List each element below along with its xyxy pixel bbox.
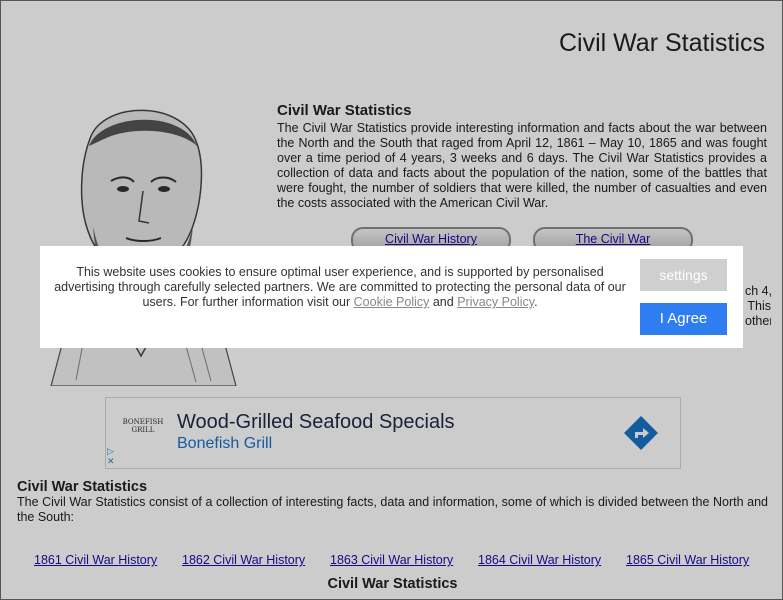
- intro-section: Civil War Statistics The Civil War Stati…: [277, 102, 767, 211]
- adchoices-icon[interactable]: ▷ ✕: [107, 446, 117, 466]
- cookie-message-text: This website uses cookies to ensure opti…: [54, 265, 626, 309]
- intro-heading: Civil War Statistics: [277, 102, 412, 119]
- cookie-period: .: [534, 295, 538, 309]
- year-link-1861[interactable]: 1861 Civil War History: [34, 553, 157, 567]
- section-heading: Civil War Statistics: [17, 479, 148, 495]
- footer-heading: Civil War Statistics: [327, 576, 458, 592]
- year-link-1864[interactable]: 1864 Civil War History: [478, 553, 601, 567]
- cookie-message: This website uses cookies to ensure opti…: [50, 265, 630, 310]
- obscured-text-line: This: [747, 299, 771, 313]
- settings-button[interactable]: settings: [640, 259, 727, 291]
- ad-brand[interactable]: Bonefish Grill: [177, 435, 272, 453]
- agree-button[interactable]: I Agree: [640, 303, 727, 335]
- year-link-1863[interactable]: 1863 Civil War History: [330, 553, 453, 567]
- ad-banner[interactable]: BONEFISH GRILL Wood-Grilled Seafood Spec…: [105, 397, 681, 469]
- ad-headline[interactable]: Wood-Grilled Seafood Specials: [177, 411, 455, 434]
- obscured-text-line: ch 4,: [745, 284, 771, 298]
- civil-war-history-link[interactable]: Civil War History: [385, 232, 477, 246]
- cookie-consent-dialog: This website uses cookies to ensure opti…: [40, 246, 743, 348]
- intro-paragraph: The Civil War Statistics provide interes…: [277, 121, 767, 210]
- cookie-and-text: and: [429, 295, 458, 309]
- privacy-policy-link[interactable]: Privacy Policy: [457, 295, 534, 309]
- directions-icon[interactable]: [624, 416, 658, 450]
- year-link-1862[interactable]: 1862 Civil War History: [182, 553, 305, 567]
- statistics-section: Civil War Statistics The Civil War Stati…: [17, 479, 768, 525]
- bonefish-grill-logo: BONEFISH GRILL: [122, 418, 164, 434]
- year-link-1865[interactable]: 1865 Civil War History: [626, 553, 749, 567]
- the-civil-war-link[interactable]: The Civil War: [576, 232, 651, 246]
- cookie-policy-link[interactable]: Cookie Policy: [354, 295, 430, 309]
- page-title: Civil War Statistics: [558, 29, 765, 57]
- obscured-text-line: other: [745, 314, 771, 328]
- section-paragraph: The Civil War Statistics consist of a co…: [17, 495, 768, 524]
